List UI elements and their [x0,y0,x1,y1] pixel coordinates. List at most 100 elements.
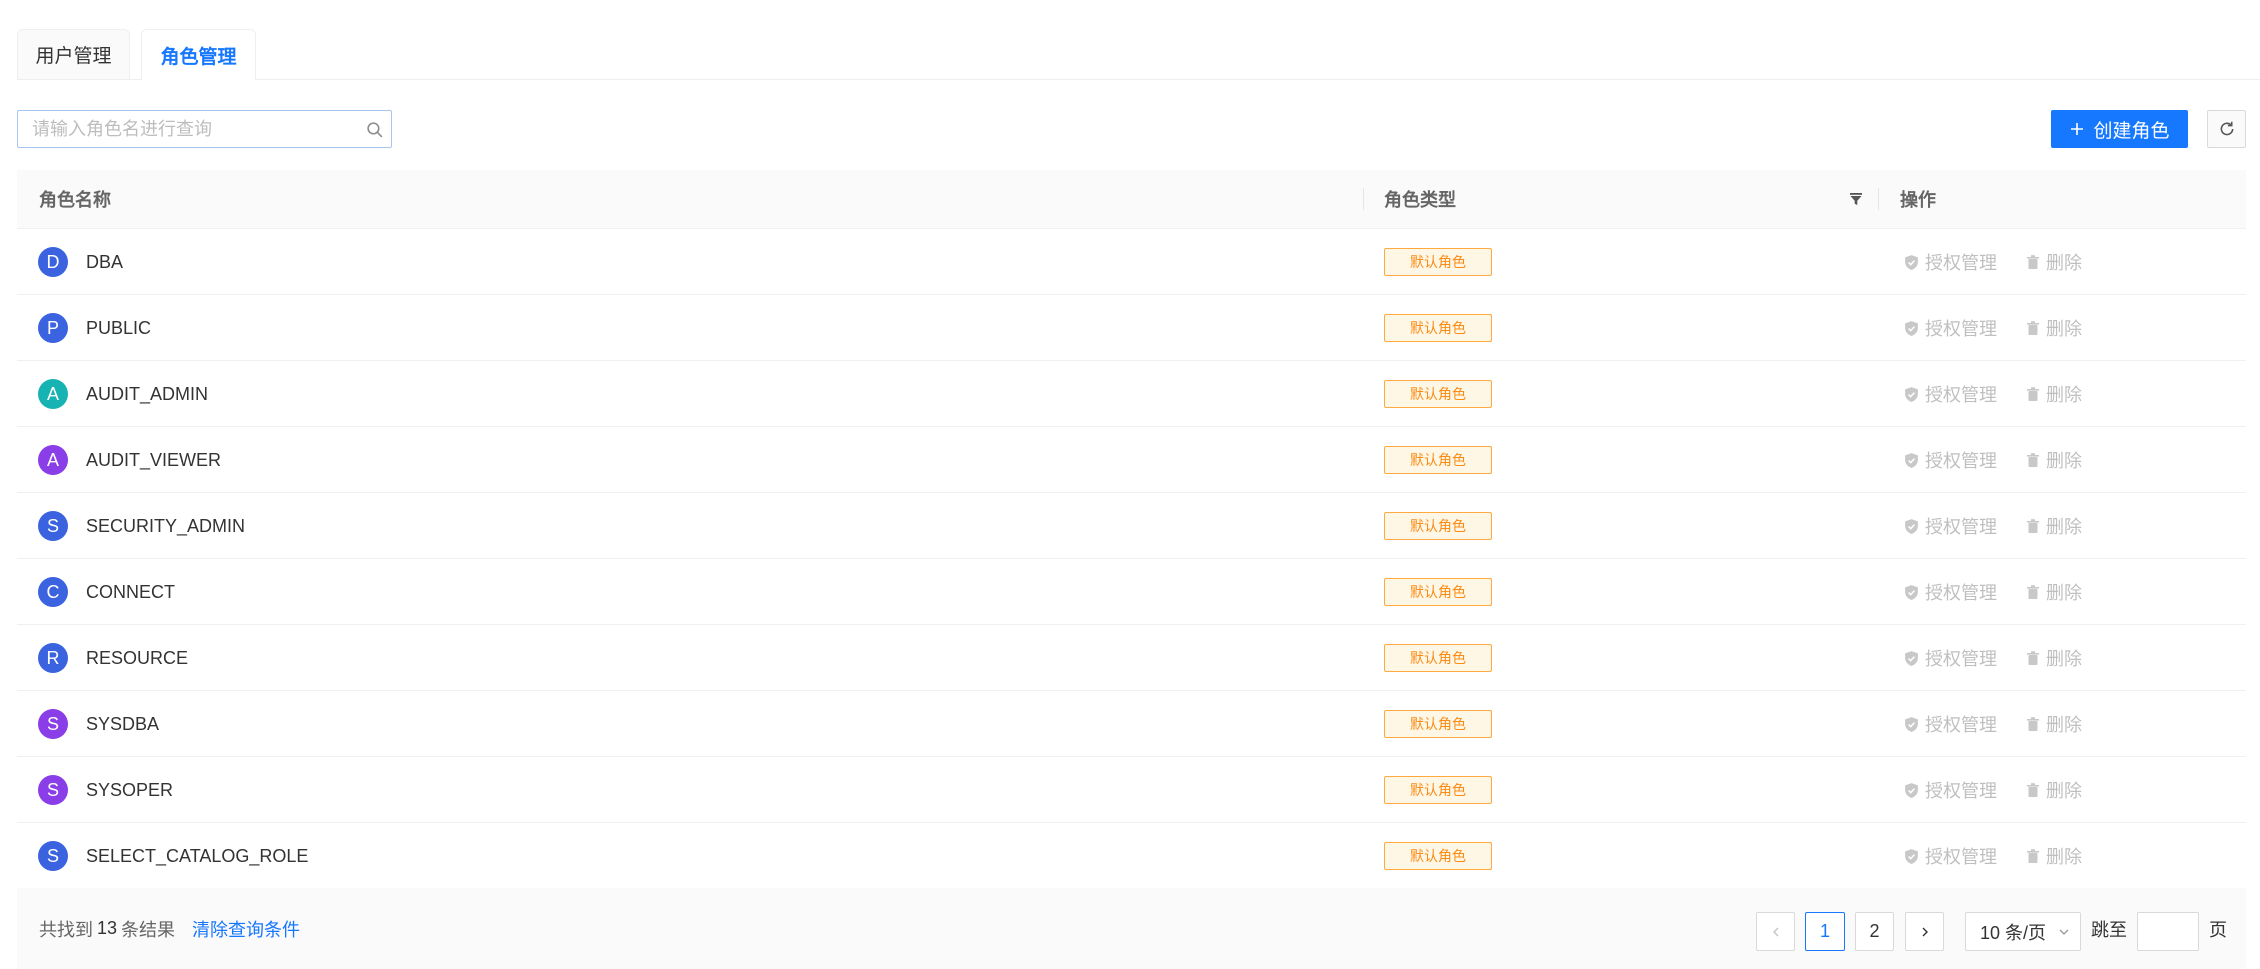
tab-label: 角色管理 [160,46,237,68]
grant-permission-action[interactable]: 授权管理 [1903,823,1997,889]
delete-label: 删除 [2046,715,2082,735]
table-row: R RESOURCE 默认角色 授权管理 删除 [17,625,2246,691]
delete-role-action[interactable]: 删除 [2025,427,2082,493]
trash-icon [2025,518,2041,534]
delete-role-action[interactable]: 删除 [2025,625,2082,691]
refresh-button[interactable] [2207,110,2246,148]
tab-bar-divider [17,79,2260,80]
table-row: S SYSDBA 默认角色 授权管理 删除 [17,691,2246,757]
role-type-badge: 默认角色 [1384,248,1492,276]
delete-role-action[interactable]: 删除 [2025,493,2082,559]
tab-label: 用户管理 [35,46,112,67]
delete-label: 删除 [2046,253,2082,273]
delete-role-action[interactable]: 删除 [2025,757,2082,823]
role-name: SELECT_CATALOG_ROLE [86,845,309,866]
role-name: CONNECT [86,581,175,602]
shield-icon [1903,452,1920,469]
table-row: P PUBLIC 默认角色 授权管理 删除 [17,295,2246,361]
page-1-button[interactable]: 1 [1805,912,1845,951]
page-size-value: 10 条/页 [1980,922,2047,943]
role-avatar: S [38,841,68,871]
delete-role-action[interactable]: 删除 [2025,361,2082,427]
grant-permission-label: 授权管理 [1925,847,1997,867]
trash-icon [2025,386,2041,402]
grant-permission-action[interactable]: 授权管理 [1903,757,1997,823]
role-type-badge: 默认角色 [1384,314,1492,342]
shield-icon [1903,782,1920,799]
shield-icon [1903,386,1920,403]
role-name: SECURITY_ADMIN [86,515,246,536]
grant-permission-action[interactable]: 授权管理 [1903,559,1997,625]
next-page-button[interactable] [1905,912,1944,951]
tab-role-management[interactable]: 角色管理 [141,29,256,80]
result-count: 共找到 13 条结果 [39,888,175,969]
role-type-badge: 默认角色 [1384,710,1492,738]
grant-permission-action[interactable]: 授权管理 [1903,493,1997,559]
role-name: SYSDBA [86,713,160,734]
trash-icon [2025,716,2041,732]
table-footer: 共找到 13 条结果 清除查询条件 1 2 10 条/页 跳至 页 [17,888,2246,969]
role-name: DBA [86,251,124,272]
table-row: S SECURITY_ADMIN 默认角色 授权管理 删除 [17,493,2246,559]
trash-icon [2025,452,2041,468]
trash-icon [2025,254,2041,270]
grant-permission-action[interactable]: 授权管理 [1903,295,1997,361]
trash-icon [2025,320,2041,336]
shield-icon [1903,320,1920,337]
delete-label: 删除 [2046,649,2082,669]
role-avatar: A [38,445,68,475]
tab-user-management[interactable]: 用户管理 [17,29,130,79]
refresh-icon [2218,120,2236,138]
trash-icon [2025,782,2041,798]
page-suffix-label: 页 [2209,919,2227,940]
grant-permission-label: 授权管理 [1925,451,1997,471]
role-avatar: A [38,379,68,409]
jump-to-page-box [2137,912,2199,951]
grant-permission-action[interactable]: 授权管理 [1903,427,1997,493]
role-type-badge: 默认角色 [1384,380,1492,408]
grant-permission-action[interactable]: 授权管理 [1903,625,1997,691]
role-avatar: C [38,577,68,607]
page-2-button[interactable]: 2 [1855,912,1894,951]
delete-role-action[interactable]: 删除 [2025,691,2082,757]
search-icon[interactable] [357,121,391,138]
delete-role-action[interactable]: 删除 [2025,229,2082,295]
role-search-input[interactable] [18,111,357,147]
delete-label: 删除 [2046,451,2082,471]
filter-icon[interactable] [1847,190,1865,208]
role-name: RESOURCE [86,647,189,668]
result-count-suffix: 条结果 [121,919,176,940]
grant-permission-action[interactable]: 授权管理 [1903,229,1997,295]
table-body: D DBA 默认角色 授权管理 删除 P PUBLIC 默认角色 授权管理 删除 A AUDIT_AD… [17,229,2246,889]
shield-icon [1903,518,1920,535]
delete-role-action[interactable]: 删除 [2025,559,2082,625]
delete-label: 删除 [2046,583,2082,603]
grant-permission-label: 授权管理 [1925,649,1997,669]
grant-permission-action[interactable]: 授权管理 [1903,691,1997,757]
delete-label: 删除 [2046,781,2082,801]
role-avatar: S [38,775,68,805]
role-name: PUBLIC [86,317,152,338]
role-type-badge: 默认角色 [1384,842,1492,870]
delete-label: 删除 [2046,319,2082,339]
role-type-badge: 默认角色 [1384,578,1492,606]
table-row: D DBA 默认角色 授权管理 删除 [17,229,2246,295]
chevron-left-icon [1770,926,1782,938]
grant-permission-label: 授权管理 [1925,253,1997,273]
jump-to-page-input[interactable] [2138,912,2198,951]
grant-permission-action[interactable]: 授权管理 [1903,361,1997,427]
create-role-button[interactable]: 创建角色 [2051,110,2188,148]
table-row: S SYSOPER 默认角色 授权管理 删除 [17,757,2246,823]
delete-role-action[interactable]: 删除 [2025,295,2082,361]
clear-filters-link[interactable]: 清除查询条件 [192,888,300,969]
role-type-badge: 默认角色 [1384,512,1492,540]
prev-page-button[interactable] [1756,912,1795,951]
role-search-box [17,110,392,148]
column-header-role-name: 角色名称 [39,190,111,210]
shield-icon [1903,584,1920,601]
delete-role-action[interactable]: 删除 [2025,823,2082,889]
page-size-select[interactable]: 10 条/页 [1965,912,2081,951]
table-row: A AUDIT_ADMIN 默认角色 授权管理 删除 [17,361,2246,427]
trash-icon [2025,848,2041,864]
grant-permission-label: 授权管理 [1925,517,1997,537]
